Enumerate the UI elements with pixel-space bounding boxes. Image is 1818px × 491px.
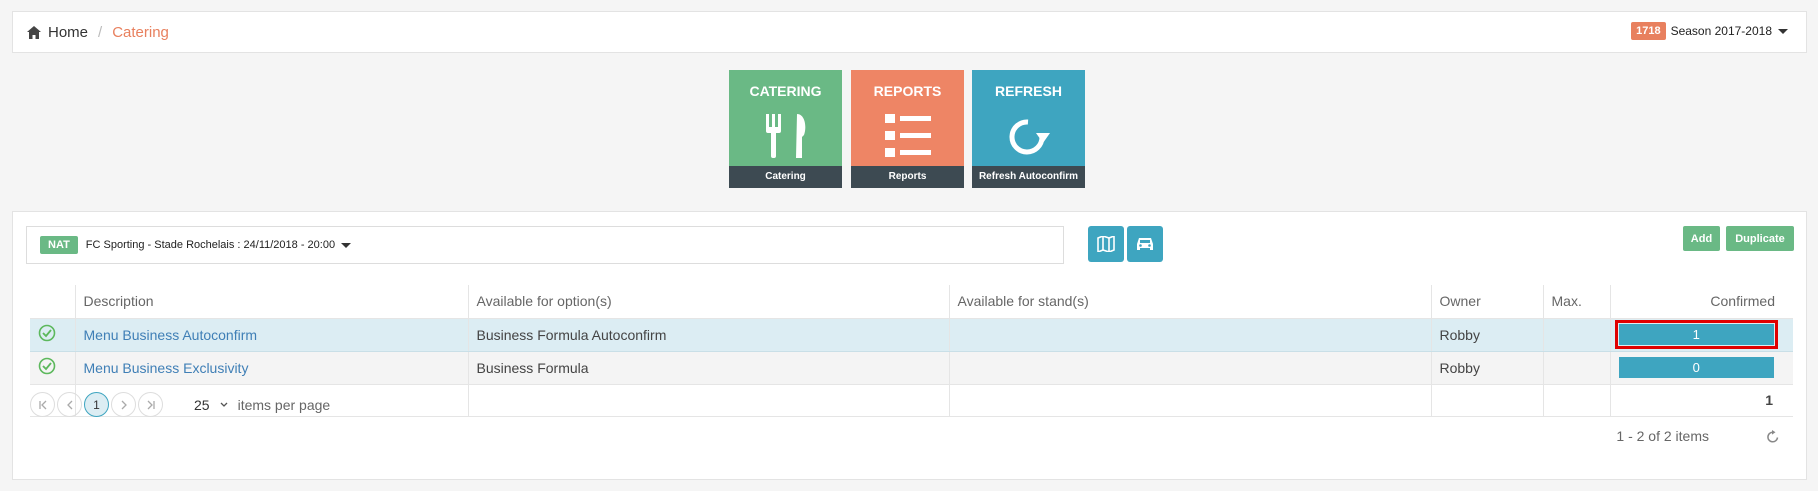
owner-cell: Robby (1430, 317, 1543, 352)
column-header-owner[interactable]: Owner (1430, 285, 1543, 319)
status-cell (30, 351, 75, 384)
season-selector[interactable]: 1718 Season 2017-2018 (1631, 22, 1788, 40)
season-label: Season 2017-2018 (1670, 24, 1772, 38)
season-badge: 1718 (1631, 22, 1666, 40)
max-cell (1542, 317, 1610, 352)
fork-knife-icon (765, 114, 805, 158)
description-link[interactable]: Menu Business Exclusivity (84, 360, 249, 376)
tile-title: REPORTS (873, 83, 942, 99)
chevron-down-icon (1778, 28, 1788, 34)
next-page-button[interactable] (111, 392, 136, 417)
total-confirmed: 1 (1609, 383, 1793, 417)
table-row[interactable]: Menu Business Autoconfirm Business Formu… (30, 317, 1793, 352)
check-circle-icon (38, 357, 56, 375)
table-row[interactable]: Menu Business Exclusivity Business Formu… (30, 351, 1793, 384)
first-page-button[interactable] (30, 392, 55, 417)
prev-page-button[interactable] (57, 392, 82, 417)
tile-footer: Catering (729, 166, 842, 188)
description-link[interactable]: Menu Business Autoconfirm (84, 327, 258, 343)
column-header-confirmed[interactable]: Confirmed (1609, 285, 1793, 319)
stands-cell (948, 317, 1431, 352)
breadcrumb-separator: / (98, 23, 103, 41)
add-button[interactable]: Add (1683, 226, 1720, 251)
map-button[interactable] (1088, 226, 1124, 262)
catering-panel: NAT FC Sporting - Stade Rochelais : 24/1… (12, 211, 1807, 480)
refresh-icon[interactable] (1766, 430, 1780, 444)
confirmed-button[interactable]: 1 (1614, 320, 1778, 349)
competition-badge: NAT (40, 236, 78, 254)
reports-tile[interactable]: REPORTS Reports (851, 70, 964, 188)
last-page-icon (147, 400, 155, 409)
column-header-max[interactable]: Max. (1542, 285, 1610, 319)
car-icon (1137, 238, 1153, 250)
breadcrumb-current: Catering (112, 23, 169, 41)
column-header-description[interactable]: Description (74, 285, 468, 319)
column-header-status (30, 285, 75, 319)
chevron-left-icon (66, 400, 72, 409)
tile-footer: Refresh Autoconfirm (972, 166, 1085, 188)
tile-title: REFRESH (995, 83, 1062, 99)
page-size-value: 25 (194, 396, 210, 413)
pager: 1 25 items per page (30, 392, 330, 417)
owner-cell: Robby (1430, 351, 1543, 384)
match-selector[interactable]: NAT FC Sporting - Stade Rochelais : 24/1… (26, 226, 1064, 264)
page-button-current[interactable]: 1 (84, 392, 109, 417)
home-icon[interactable] (27, 25, 41, 39)
breadcrumb: Home / Catering (27, 12, 169, 52)
page-size-selector[interactable]: 25 items per page (194, 397, 330, 413)
refresh-tile[interactable]: REFRESH Refresh Autoconfirm (972, 70, 1085, 188)
catering-tile[interactable]: CATERING Catering (729, 70, 842, 188)
car-button[interactable] (1127, 226, 1163, 262)
first-page-icon (38, 400, 46, 409)
tile-title: CATERING (749, 83, 822, 99)
list-icon (884, 114, 931, 157)
max-cell (1542, 351, 1610, 384)
chevron-right-icon (121, 400, 127, 409)
options-cell: Business Formula Autoconfirm (467, 317, 949, 352)
confirmed-button[interactable]: 0 (1618, 357, 1774, 378)
column-header-options[interactable]: Available for option(s) (467, 285, 949, 319)
pager-info: 1 - 2 of 2 items (1616, 428, 1709, 444)
breadcrumb-home[interactable]: Home (48, 24, 88, 41)
column-header-stands[interactable]: Available for stand(s) (948, 285, 1431, 319)
check-circle-icon (38, 324, 56, 342)
last-page-button[interactable] (138, 392, 163, 417)
tile-footer: Reports (851, 166, 964, 188)
top-bar: Home / Catering 1718 Season 2017-2018 (12, 11, 1807, 53)
per-page-label: items per page (237, 396, 331, 413)
chevron-down-icon (220, 402, 228, 407)
status-cell (30, 317, 75, 352)
chevron-down-icon (341, 242, 352, 248)
stands-cell (948, 351, 1431, 384)
options-cell: Business Formula (467, 351, 949, 384)
duplicate-button[interactable]: Duplicate (1726, 226, 1794, 251)
map-icon (1097, 236, 1115, 252)
match-label: FC Sporting - Stade Rochelais : 24/11/20… (85, 239, 336, 251)
refresh-icon (1009, 119, 1050, 155)
